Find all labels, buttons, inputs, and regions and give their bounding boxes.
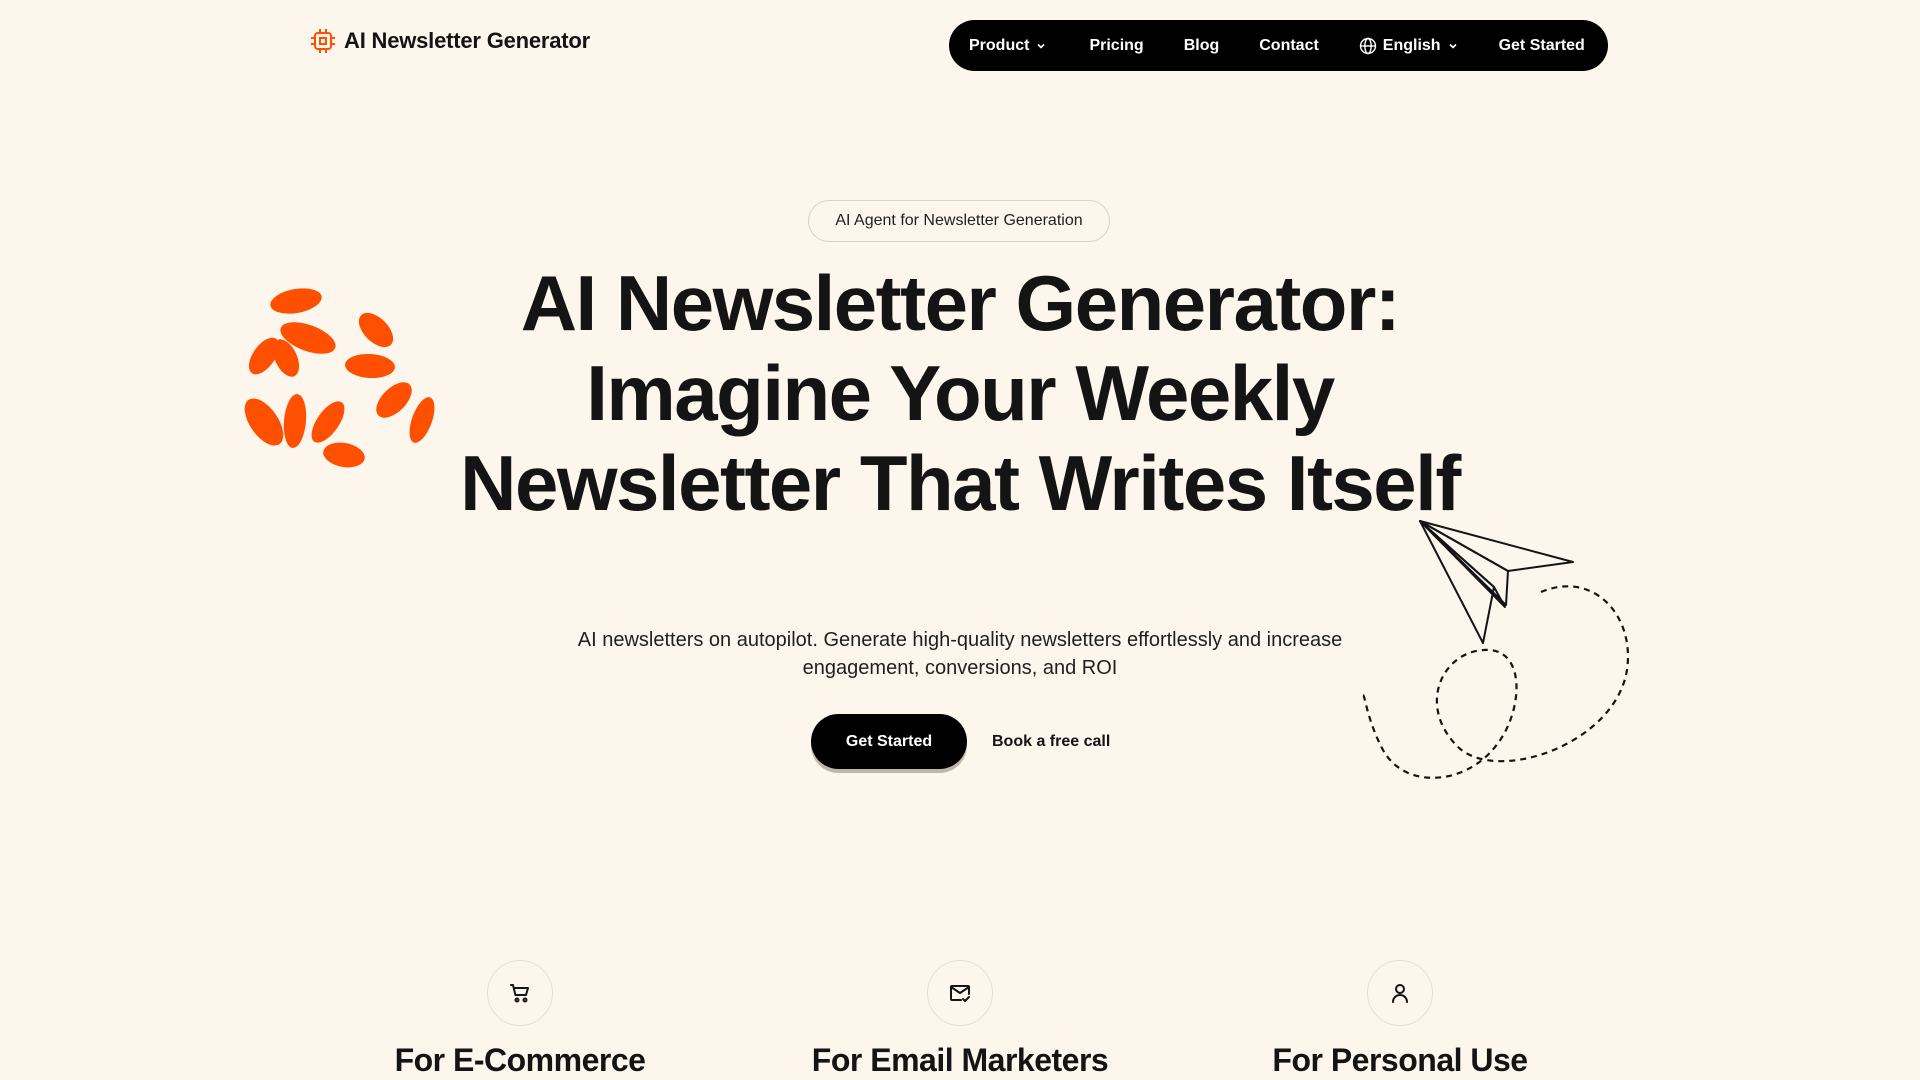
feature-email-marketers[interactable]: For Email Marketers <box>750 960 1170 1079</box>
orange-petals-decoration <box>230 280 440 485</box>
paper-plane-decoration <box>1345 515 1635 810</box>
main-nav: Product Pricing Blog Contact English Get… <box>949 20 1608 71</box>
nav-contact-label: Contact <box>1259 36 1319 54</box>
nav-pricing-link[interactable]: Pricing <box>1089 37 1143 55</box>
brand-logo-link[interactable]: AI Newsletter Generator <box>310 28 590 54</box>
nav-product-label: Product <box>969 36 1030 54</box>
nav-blog-label: Blog <box>1183 36 1220 54</box>
hero-badge: AI Agent for Newsletter Generation <box>808 200 1110 242</box>
shopping-cart-icon <box>487 960 553 1026</box>
chevron-down-icon <box>1447 40 1459 52</box>
mail-check-icon <box>927 960 993 1026</box>
brand-name: AI Newsletter Generator <box>344 28 591 53</box>
chevron-down-icon <box>1035 40 1047 52</box>
feature-title: For Email Marketers <box>811 1042 1109 1078</box>
landing-page: AI Newsletter Generator Product Pricing … <box>0 0 1920 1080</box>
hero-subtitle: AI newsletters on autopilot. Generate hi… <box>577 629 1343 679</box>
get-started-button[interactable]: Get Started <box>811 714 967 769</box>
feature-title: For E-Commerce <box>394 1042 646 1078</box>
chip-icon <box>310 28 336 54</box>
nav-get-started-label: Get Started <box>1498 36 1585 54</box>
language-label: English <box>1382 36 1441 54</box>
book-call-link[interactable]: Book a free call <box>992 714 1110 769</box>
nav-contact-link[interactable]: Contact <box>1259 37 1319 55</box>
feature-title: For Personal Use <box>1272 1042 1528 1078</box>
nav-get-started-button[interactable]: Get Started <box>1499 37 1585 55</box>
nav-pricing-label: Pricing <box>1089 36 1144 54</box>
feature-ecommerce[interactable]: For E-Commerce <box>310 960 730 1079</box>
nav-product-dropdown[interactable]: Product <box>969 37 1047 55</box>
user-icon <box>1367 960 1433 1026</box>
hero-title: AI Newsletter Generator: Imagine Your We… <box>460 259 1461 527</box>
feature-personal-use[interactable]: For Personal Use <box>1190 960 1610 1079</box>
nav-blog-link[interactable]: Blog <box>1184 37 1220 55</box>
language-selector[interactable]: English <box>1359 37 1459 55</box>
globe-icon <box>1359 37 1377 55</box>
